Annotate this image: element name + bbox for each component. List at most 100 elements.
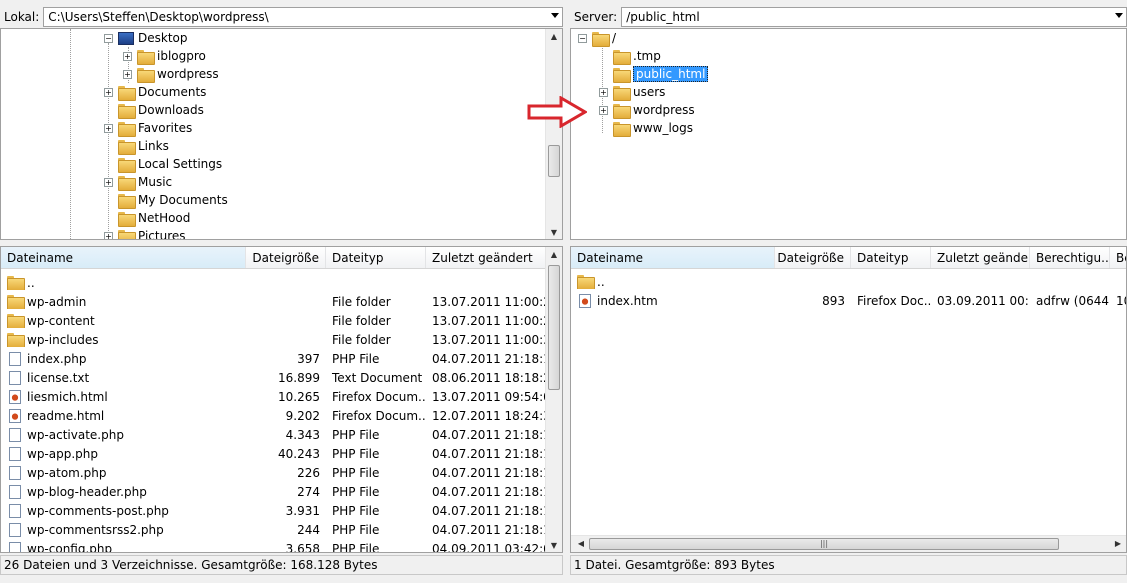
file-row[interactable]: wp-app.php 40.243 PHP File 04.07.2011 21:18… (1, 444, 547, 463)
scroll-thumb[interactable] (548, 145, 560, 177)
col-filetype[interactable]: Dateityp (851, 247, 931, 268)
file-row[interactable]: wp-comments-post.php 3.931 PHP File 04.07.2… (1, 501, 547, 520)
col-filetype[interactable]: Dateityp (326, 247, 426, 268)
server-list-hscrollbar[interactable]: ◀ ||| ▶ (571, 535, 1126, 552)
file-modified: 04.07.2011 21:18:14 (432, 351, 547, 366)
tree-item-label: users (633, 85, 666, 99)
server-path-value: /public_html (626, 10, 700, 24)
tree-item-label: Desktop (138, 31, 188, 45)
tree-item-label: Documents (138, 85, 207, 99)
file-perms: adfrw (0644) (1036, 293, 1110, 308)
red-arrow-icon (527, 96, 587, 128)
expand-icon[interactable]: + (599, 87, 608, 97)
expand-icon[interactable]: + (104, 177, 113, 187)
tree-connector (104, 142, 113, 151)
folder-icon (613, 103, 631, 119)
file-name: index.htm (597, 293, 658, 308)
file-row[interactable]: .. (1, 273, 547, 292)
file-row[interactable]: index.php 397 PHP File 04.07.2011 21:18:14 (1, 349, 547, 368)
col-modified[interactable]: Zuletzt geändert (931, 247, 1030, 268)
tree-item[interactable]: My Documents (104, 191, 228, 209)
file-row[interactable]: wp-content File folder 13.07.2011 11:00:20 (1, 311, 547, 330)
file-row[interactable]: wp-admin File folder 13.07.2011 11:00:20 (1, 292, 547, 311)
tree-item[interactable]: public_html (599, 65, 709, 83)
tree-item[interactable]: − / (578, 29, 616, 47)
collapse-icon[interactable]: − (104, 33, 113, 43)
file-size: 893 (822, 293, 845, 308)
tree-item-label: .tmp (633, 49, 661, 63)
col-filesize[interactable]: Dateigröße (775, 247, 851, 268)
tree-item-label: Links (138, 139, 169, 153)
server-path-combo[interactable]: /public_html (621, 7, 1127, 27)
file-row[interactable]: liesmich.html 10.265 Firefox Docum... 13.07… (1, 387, 547, 406)
file-row[interactable]: wp-blog-header.php 274 PHP File 04.07.2011 … (1, 482, 547, 501)
tree-item[interactable]: Links (104, 137, 169, 155)
tree-item[interactable]: + wordpress (123, 65, 219, 83)
expand-icon[interactable]: + (123, 69, 132, 79)
file-icon (9, 522, 21, 537)
local-list-scrollbar[interactable]: ▲ ▼ (545, 247, 562, 552)
scroll-down-icon[interactable]: ▼ (546, 538, 562, 552)
file-row[interactable]: readme.html 9.202 Firefox Docum... 12.07.20… (1, 406, 547, 425)
expand-icon[interactable]: + (104, 231, 113, 239)
chevron-down-icon[interactable] (551, 13, 559, 18)
scroll-up-icon[interactable]: ▲ (546, 247, 562, 263)
expand-icon[interactable]: + (104, 123, 113, 133)
file-row[interactable]: wp-activate.php 4.343 PHP File 04.07.2011 2… (1, 425, 547, 444)
file-row[interactable]: wp-config.php 3.658 PHP File 04.09.2011 03:… (1, 539, 547, 552)
file-size: 4.343 (285, 427, 320, 442)
col-modified[interactable]: Zuletzt geändert (426, 247, 547, 268)
scroll-down-icon[interactable]: ▼ (546, 225, 562, 239)
file-modified: 13.07.2011 11:00:20 (432, 313, 547, 328)
tree-item[interactable]: .tmp (599, 47, 661, 65)
expand-icon[interactable]: + (123, 51, 132, 61)
scroll-thumb[interactable] (548, 265, 560, 390)
tree-item[interactable]: + wordpress (599, 101, 695, 119)
tree-item[interactable]: + users (599, 83, 665, 101)
firefox-document-icon (9, 389, 21, 404)
folder-icon (613, 67, 631, 83)
server-column-header: Dateiname Dateigröße Dateityp Zuletzt ge… (571, 247, 1126, 269)
scroll-thumb[interactable]: ||| (589, 538, 1059, 550)
file-row[interactable]: wp-includes File folder 13.07.2011 11:00:3… (1, 330, 547, 349)
expand-icon[interactable]: + (104, 87, 113, 97)
file-row[interactable]: wp-commentsrss2.php 244 PHP File 04.07.2011… (1, 520, 547, 539)
file-icon (9, 503, 21, 518)
file-row[interactable]: .. (571, 272, 1126, 291)
file-row[interactable]: index.htm 893 Firefox Doc... 03.09.2011 00:… (571, 291, 1126, 310)
col-owner[interactable]: Be (1110, 247, 1126, 268)
tree-item[interactable]: + Favorites (104, 119, 192, 137)
collapse-icon[interactable]: − (578, 33, 587, 43)
tree-item[interactable]: + Documents (104, 83, 206, 101)
tree-item-label: My Documents (138, 193, 228, 207)
local-tree-scrollbar[interactable]: ▲ ▼ (545, 29, 562, 239)
scroll-up-icon[interactable]: ▲ (546, 29, 562, 45)
scroll-left-icon[interactable]: ◀ (573, 536, 589, 552)
server-tree-pane: − / .tmp public_html + users + wordpress www_log… (570, 28, 1127, 240)
file-row[interactable]: wp-atom.php 226 PHP File 04.07.2011 21:18:1… (1, 463, 547, 482)
tree-item[interactable]: + Pictures (104, 227, 186, 239)
tree-item[interactable]: Local Settings (104, 155, 222, 173)
chevron-down-icon[interactable] (1115, 13, 1123, 18)
scroll-right-icon[interactable]: ▶ (1110, 536, 1126, 552)
col-filename[interactable]: Dateiname (1, 247, 246, 268)
col-filename[interactable]: Dateiname (571, 247, 775, 268)
tree-item[interactable]: + Music (104, 173, 172, 191)
file-size: 397 (297, 351, 320, 366)
file-modified: 04.07.2011 21:18:18 (432, 522, 547, 537)
local-path-label: Lokal: (4, 10, 40, 24)
col-permissions[interactable]: Berechtigu... (1030, 247, 1110, 268)
file-row[interactable]: license.txt 16.899 Text Document 08.06.2011… (1, 368, 547, 387)
tree-item[interactable]: + iblogpro (123, 47, 206, 65)
tree-item[interactable]: − Desktop (104, 29, 188, 47)
tree-item-label: Local Settings (138, 157, 223, 171)
expand-icon[interactable]: + (599, 105, 608, 115)
col-filesize[interactable]: Dateigröße (246, 247, 326, 268)
file-modified: 04.07.2011 21:18:18 (432, 427, 547, 442)
local-path-bar: Lokal: C:\Users\Steffen\Desktop\wordpres… (0, 6, 563, 28)
file-size: 226 (297, 465, 320, 480)
tree-item[interactable]: www_logs (599, 119, 693, 137)
tree-item[interactable]: NetHood (104, 209, 190, 227)
local-path-combo[interactable]: C:\Users\Steffen\Desktop\wordpress\ (43, 7, 563, 27)
tree-item[interactable]: Downloads (104, 101, 204, 119)
